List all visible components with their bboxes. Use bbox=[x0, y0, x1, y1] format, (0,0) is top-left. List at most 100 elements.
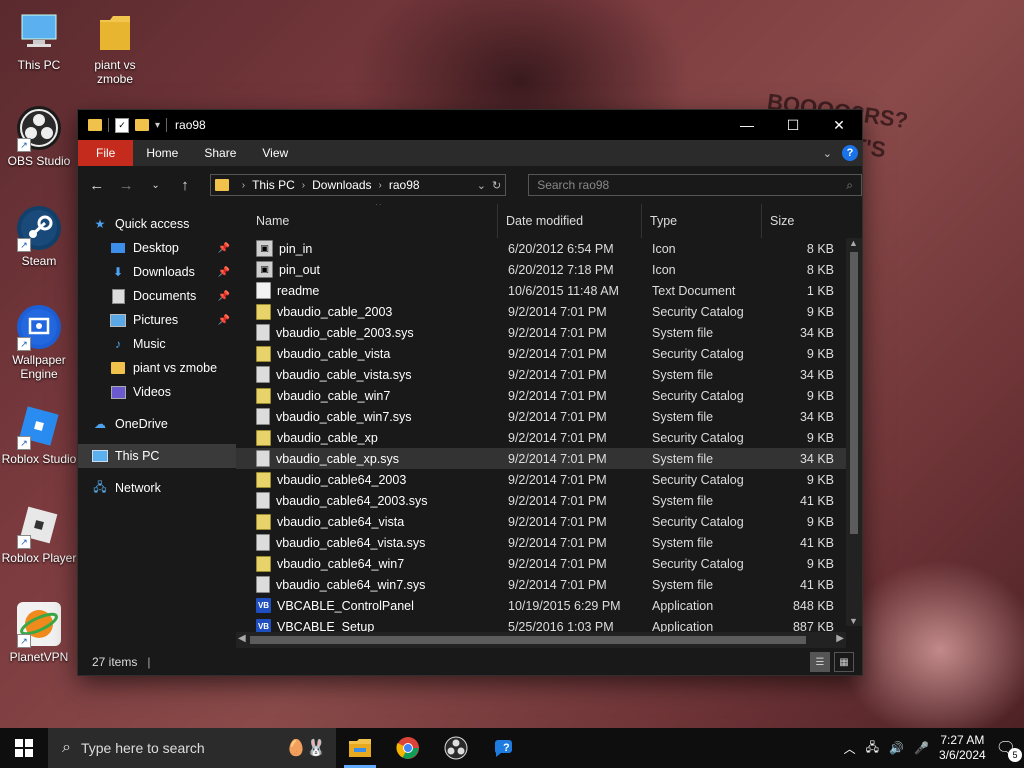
sidebar-item-pictures[interactable]: Pictures 📌 bbox=[78, 308, 236, 332]
pin-icon[interactable]: 📌 bbox=[218, 291, 230, 302]
start-button[interactable] bbox=[0, 728, 48, 768]
breadcrumb-this-pc[interactable]: This PC bbox=[252, 178, 295, 192]
title-bar[interactable]: ✓ ▾ rao98 — ☐ ✕ bbox=[78, 110, 862, 140]
recent-locations-button[interactable]: ⌄ bbox=[145, 174, 166, 196]
table-row[interactable]: vbaudio_cable_win7 9/2/2014 7:01 PM Securi… bbox=[236, 385, 862, 406]
minimize-button[interactable]: — bbox=[724, 110, 770, 140]
table-row[interactable]: vbaudio_cable64_2003.sys 9/2/2014 7:01 PM… bbox=[236, 490, 862, 511]
sidebar-item-desktop[interactable]: Desktop 📌 bbox=[78, 236, 236, 260]
table-row[interactable]: vbaudio_cable_win7.sys 9/2/2014 7:01 PM Sy… bbox=[236, 406, 862, 427]
sidebar-item-piant-vs-zmobe[interactable]: piant vs zmobe bbox=[78, 356, 236, 380]
column-header-date-modified[interactable]: Date modified bbox=[498, 204, 642, 238]
desktop-icon-steam[interactable]: ↗ Steam bbox=[0, 206, 78, 268]
desktop-icon-wallpaper-engine[interactable]: ↗ Wallpaper Engine bbox=[0, 305, 78, 381]
table-row[interactable]: vbaudio_cable64_win7.sys 9/2/2014 7:01 PM… bbox=[236, 574, 862, 595]
table-row[interactable]: vbaudio_cable64_vista 9/2/2014 7:01 PM Sec… bbox=[236, 511, 862, 532]
breadcrumb-rao98[interactable]: rao98 bbox=[389, 178, 420, 192]
table-row[interactable]: vbaudio_cable64_win7 9/2/2014 7:01 PM Secu… bbox=[236, 553, 862, 574]
table-row[interactable]: vbaudio_cable_xp 9/2/2014 7:01 PM Security… bbox=[236, 427, 862, 448]
sidebar-item-documents[interactable]: Documents 📌 bbox=[78, 284, 236, 308]
refresh-icon[interactable]: ↻ bbox=[492, 179, 501, 192]
taskbar-file-explorer[interactable] bbox=[336, 728, 384, 768]
scroll-up-arrow-icon[interactable]: ▲ bbox=[849, 238, 858, 248]
system-file-icon bbox=[256, 534, 270, 551]
sidebar-item-label: OneDrive bbox=[115, 417, 168, 431]
desktop-icon-roblox-studio[interactable]: ↗ Roblox Studio bbox=[0, 404, 78, 466]
chevron-down-icon[interactable]: ⌄ bbox=[477, 179, 486, 192]
scroll-down-arrow-icon[interactable]: ▼ bbox=[849, 616, 858, 626]
taskbar-get-help[interactable]: ? bbox=[480, 728, 528, 768]
tab-share[interactable]: Share bbox=[191, 140, 249, 166]
table-row[interactable]: vbaudio_cable64_vista.sys 9/2/2014 7:01 P… bbox=[236, 532, 862, 553]
tab-file[interactable]: File bbox=[78, 140, 134, 166]
new-folder-icon[interactable] bbox=[135, 119, 149, 131]
horizontal-scroll-thumb[interactable] bbox=[250, 636, 806, 644]
properties-icon[interactable]: ✓ bbox=[115, 117, 129, 133]
large-icons-view-icon[interactable]: ▦ bbox=[834, 652, 854, 672]
taskbar-obs[interactable] bbox=[432, 728, 480, 768]
date-modified-cell: 9/2/2014 7:01 PM bbox=[508, 430, 607, 445]
desktop-icon-planetvpn[interactable]: ↗ PlanetVPN bbox=[0, 602, 78, 664]
expand-ribbon-icon[interactable]: ⌄ bbox=[823, 147, 832, 160]
desktop-icon-piant-vs-zmobe[interactable]: piant vs zmobe bbox=[76, 10, 154, 86]
forward-button[interactable]: → bbox=[115, 174, 136, 196]
taskbar-search-box[interactable]: ⌕ Type here to search 🥚🐰 bbox=[48, 728, 336, 768]
microphone-icon[interactable]: 🎤 bbox=[914, 741, 929, 755]
vertical-scrollbar[interactable]: ▲ ▼ bbox=[846, 238, 862, 626]
maximize-button[interactable]: ☐ bbox=[770, 110, 816, 140]
scroll-right-arrow-icon[interactable]: ▶ bbox=[836, 633, 844, 644]
details-view-icon[interactable]: ☰ bbox=[810, 652, 830, 672]
customize-toolbar-icon[interactable]: ▾ bbox=[155, 120, 160, 131]
sidebar-item-downloads[interactable]: ⬇ Downloads 📌 bbox=[78, 260, 236, 284]
scroll-left-arrow-icon[interactable]: ◀ bbox=[238, 633, 246, 644]
volume-icon[interactable]: 🔊 bbox=[889, 741, 904, 755]
pin-icon[interactable]: 📌 bbox=[218, 267, 230, 278]
desktop-icon-this-pc[interactable]: This PC bbox=[0, 10, 78, 72]
table-row[interactable]: vbaudio_cable_2003.sys 9/2/2014 7:01 PM Sy… bbox=[236, 322, 862, 343]
shortcut-arrow-icon: ↗ bbox=[17, 138, 31, 152]
pin-icon[interactable]: 📌 bbox=[218, 315, 230, 326]
search-input[interactable]: Search rao98 ⌕ bbox=[528, 174, 862, 196]
back-button[interactable]: ← bbox=[86, 174, 107, 196]
sidebar-item-this-pc[interactable]: This PC bbox=[78, 444, 236, 468]
sidebar-item-onedrive[interactable]: ☁ OneDrive bbox=[78, 412, 236, 436]
desktop-icon-obs-studio[interactable]: ↗ OBS Studio bbox=[0, 106, 78, 168]
horizontal-scrollbar[interactable]: ◀ ▶ bbox=[236, 632, 846, 648]
column-header-name[interactable]: Name bbox=[236, 204, 498, 238]
sidebar-item-network[interactable]: 🖧 Network bbox=[78, 476, 236, 500]
sidebar-item-quick-access[interactable]: ★ Quick access bbox=[78, 212, 236, 236]
vertical-scroll-thumb[interactable] bbox=[850, 252, 858, 534]
table-row[interactable]: vbaudio_cable_xp.sys 9/2/2014 7:01 PM Syst… bbox=[236, 448, 862, 469]
close-button[interactable]: ✕ bbox=[816, 110, 862, 140]
help-icon[interactable]: ? bbox=[842, 145, 858, 161]
address-bar[interactable]: › This PC › Downloads › rao98 ⌄ ↻ bbox=[209, 174, 507, 196]
clock[interactable]: 7:27 AM 3/6/2024 bbox=[939, 733, 986, 763]
sidebar-item-videos[interactable]: Videos bbox=[78, 380, 236, 404]
table-row[interactable]: ▣ pin_in 6/20/2012 6:54 PM Icon 8 KB bbox=[236, 238, 862, 259]
sidebar-item-label: Downloads bbox=[133, 265, 195, 279]
separator bbox=[108, 118, 109, 132]
tab-home[interactable]: Home bbox=[133, 140, 191, 166]
size-cell: 9 KB bbox=[806, 556, 834, 571]
taskbar-chrome[interactable] bbox=[384, 728, 432, 768]
table-row[interactable]: ▣ pin_out 6/20/2012 7:18 PM Icon 8 KB bbox=[236, 259, 862, 280]
tab-view[interactable]: View bbox=[249, 140, 301, 166]
sidebar-item-music[interactable]: ♪ Music bbox=[78, 332, 236, 356]
table-row[interactable]: vbaudio_cable_vista 9/2/2014 7:01 PM Secur… bbox=[236, 343, 862, 364]
table-row[interactable]: vbaudio_cable64_2003 9/2/2014 7:01 PM Secu… bbox=[236, 469, 862, 490]
pin-icon[interactable]: 📌 bbox=[218, 243, 230, 254]
action-center-icon[interactable]: 🗨 5 bbox=[996, 738, 1022, 762]
column-header-size[interactable]: Size bbox=[762, 204, 834, 238]
desktop-icon-label: PlanetVPN bbox=[9, 650, 69, 664]
column-header-type[interactable]: Type bbox=[642, 204, 762, 238]
table-row[interactable]: VB VBCABLE_ControlPanel 10/19/2015 6:29 PM… bbox=[236, 595, 862, 616]
show-hidden-icons-chevron-icon[interactable]: ︿ bbox=[844, 740, 856, 757]
table-row[interactable]: vbaudio_cable_vista.sys 9/2/2014 7:01 PM S… bbox=[236, 364, 862, 385]
desktop-icon-roblox-player[interactable]: ↗ Roblox Player bbox=[0, 503, 78, 565]
breadcrumb-downloads[interactable]: Downloads bbox=[312, 178, 371, 192]
network-icon[interactable]: 🖧 bbox=[866, 738, 879, 759]
clock-date: 3/6/2024 bbox=[938, 748, 986, 762]
up-button[interactable]: ↑ bbox=[174, 174, 195, 196]
table-row[interactable]: readme 10/6/2015 11:48 AM Text Document 1 K… bbox=[236, 280, 862, 301]
table-row[interactable]: vbaudio_cable_2003 9/2/2014 7:01 PM Securi… bbox=[236, 301, 862, 322]
